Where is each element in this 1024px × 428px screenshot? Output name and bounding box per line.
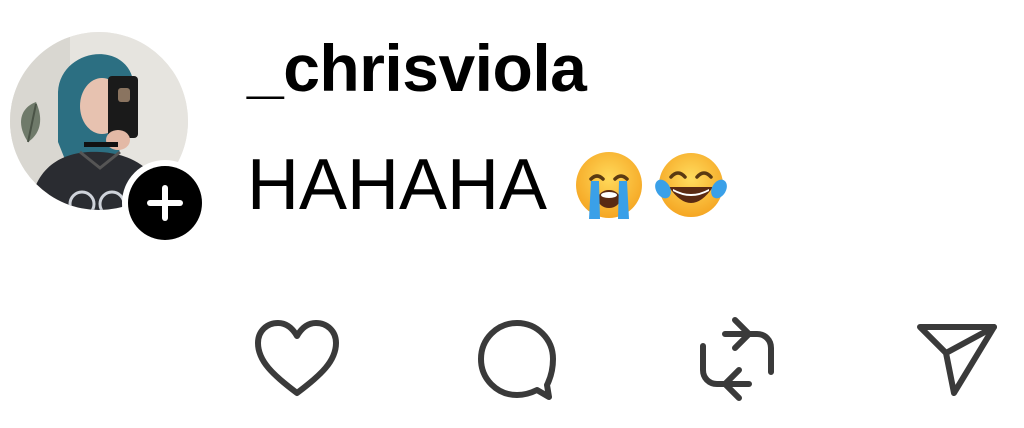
follow-button[interactable] [122,160,208,246]
share-button[interactable] [912,316,1002,402]
repost-icon [700,317,774,401]
repost-button[interactable] [692,316,782,402]
like-button[interactable] [252,316,342,402]
emoji-group [573,149,727,221]
avatar-container [10,32,208,246]
comment-button[interactable] [472,316,562,402]
username[interactable]: _chrisviola [247,28,587,108]
post-body: HAHAHA [247,140,727,230]
heart-icon [255,320,339,396]
follow-button-circle [128,166,202,240]
share-icon [917,324,997,396]
loudly-crying-face-icon [576,152,643,219]
comment-icon [478,320,556,400]
tears-of-joy-face-icon [655,153,727,217]
plus-icon [147,185,183,221]
post-card: _chrisviola HAHAHA [0,0,1024,428]
post-text: HAHAHA [247,145,548,225]
